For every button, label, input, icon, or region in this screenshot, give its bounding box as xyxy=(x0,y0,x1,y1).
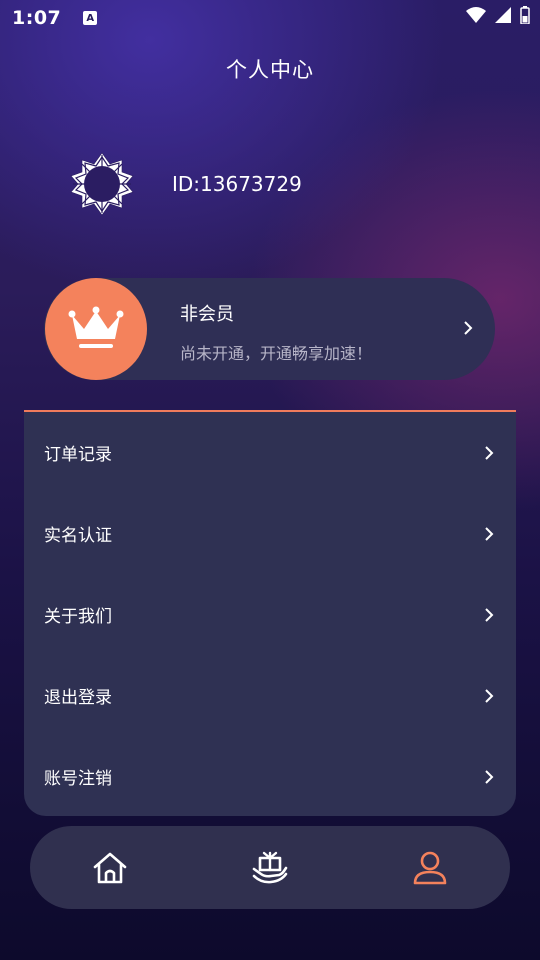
home-icon xyxy=(93,852,127,884)
menu-item-label: 退出登录 xyxy=(44,688,112,708)
menu-card: 订单记录 实名认证 关于我们 退出登录 账号注销 xyxy=(24,410,516,816)
chevron-right-icon xyxy=(485,446,494,460)
cellular-signal-icon xyxy=(495,7,511,23)
avatar[interactable] xyxy=(70,152,134,216)
tab-gifts[interactable] xyxy=(248,846,292,890)
chevron-right-icon xyxy=(485,689,494,703)
membership-card[interactable]: 非会员 尚未开通，开通畅享加速！ xyxy=(44,278,495,380)
crown-icon xyxy=(68,306,124,348)
membership-subtitle: 尚未开通，开通畅享加速！ xyxy=(180,344,373,363)
bottom-tab-bar xyxy=(30,826,510,909)
chevron-right-icon xyxy=(485,527,494,541)
battery-icon xyxy=(520,6,530,24)
profile-section: ID:13673729 xyxy=(70,152,302,216)
menu-item-label: 实名认证 xyxy=(44,526,112,546)
menu-item-verification[interactable]: 实名认证 xyxy=(24,493,516,574)
user-id: ID:13673729 xyxy=(172,172,302,196)
vip-badge xyxy=(45,278,147,380)
notification-icon: A xyxy=(83,11,98,25)
menu-item-orders[interactable]: 订单记录 xyxy=(24,412,516,493)
chevron-right-icon xyxy=(485,608,494,622)
wifi-icon xyxy=(466,7,486,23)
chevron-right-icon xyxy=(485,770,494,784)
menu-item-logout[interactable]: 退出登录 xyxy=(24,655,516,736)
status-time: 1:07 xyxy=(12,7,62,29)
menu-item-delete-account[interactable]: 账号注销 xyxy=(24,736,516,817)
menu-item-label: 账号注销 xyxy=(44,769,112,789)
menu-item-label: 订单记录 xyxy=(44,445,112,465)
tab-home[interactable] xyxy=(88,846,132,890)
status-bar: 1:07 A xyxy=(0,0,540,36)
page-title: 个人中心 xyxy=(226,58,314,82)
chevron-right-icon xyxy=(464,321,473,335)
menu-item-about[interactable]: 关于我们 xyxy=(24,574,516,655)
gift-icon xyxy=(252,851,288,884)
tab-profile[interactable] xyxy=(408,846,452,890)
membership-title: 非会员 xyxy=(180,304,234,325)
profile-icon xyxy=(413,851,447,885)
menu-item-label: 关于我们 xyxy=(44,607,112,627)
